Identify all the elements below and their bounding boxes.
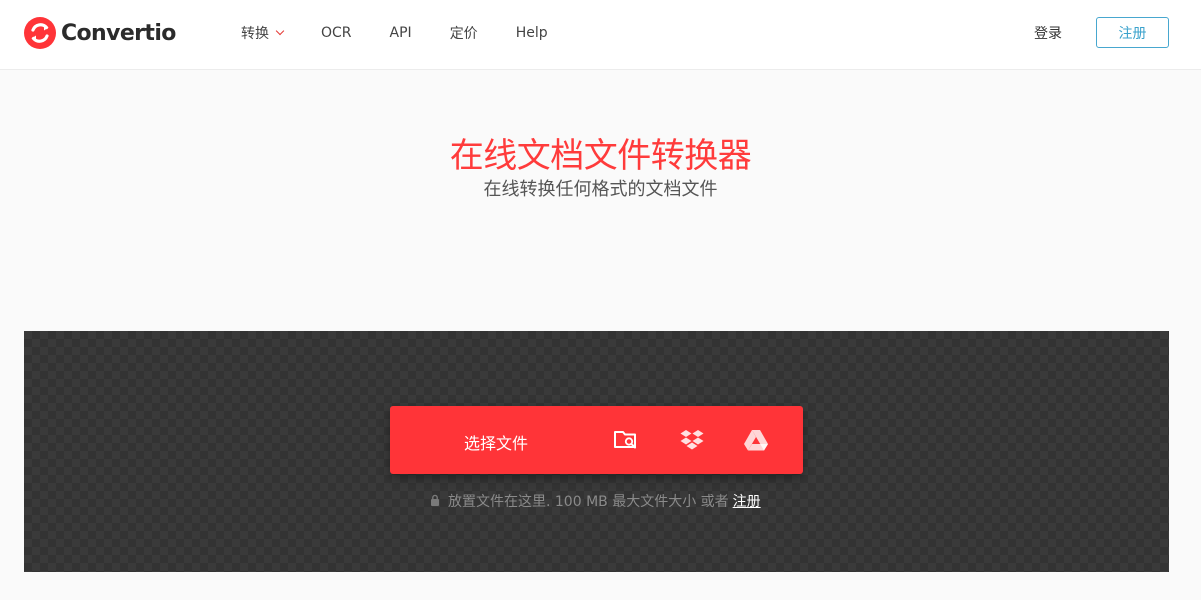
- signup-button[interactable]: 注册: [1096, 17, 1169, 48]
- nav-item-pricing[interactable]: 定价: [450, 23, 478, 43]
- nav-item-label: OCR: [321, 25, 352, 41]
- nav-item-ocr[interactable]: OCR: [321, 25, 352, 41]
- brand-name: Convertio: [61, 20, 176, 46]
- nav-item-label: Help: [515, 25, 548, 41]
- chevron-down-icon: [275, 26, 285, 36]
- folder-search-icon[interactable]: [612, 426, 640, 454]
- nav-item-convert[interactable]: 转换: [241, 23, 285, 43]
- nav-item-api[interactable]: API: [390, 25, 412, 41]
- nav-item-help[interactable]: Help: [516, 25, 548, 41]
- choose-file-bar: 选择文件: [390, 406, 803, 474]
- drop-hint-signup-link[interactable]: 注册: [733, 491, 761, 511]
- convertio-logo-icon: [24, 17, 56, 49]
- page-title: 在线文档文件转换器: [449, 136, 752, 176]
- choose-file-button[interactable]: 选择文件: [464, 430, 528, 454]
- page-subtitle: 在线转换任何格式的文档文件: [483, 179, 718, 200]
- brand-logo[interactable]: Convertio: [24, 17, 176, 49]
- drop-hint: 放置文件在这里. 100 MB 最大文件大小 或者 注册: [430, 491, 761, 511]
- dropbox-icon[interactable]: [678, 426, 706, 454]
- drop-hint-text: 放置文件在这里. 100 MB 最大文件大小 或者: [448, 494, 729, 510]
- google-drive-icon[interactable]: [742, 426, 770, 454]
- nav-item-label: 定价: [449, 26, 478, 42]
- nav-item-label: 转换: [241, 26, 269, 42]
- nav-item-label: API: [389, 25, 412, 41]
- login-link[interactable]: 登录: [1034, 23, 1062, 43]
- main-nav: 转换 OCR API 定价 Help: [241, 0, 548, 66]
- top-header: Convertio 转换 OCR API 定价 Help 登录 注册: [0, 0, 1201, 70]
- lock-icon: [431, 494, 439, 506]
